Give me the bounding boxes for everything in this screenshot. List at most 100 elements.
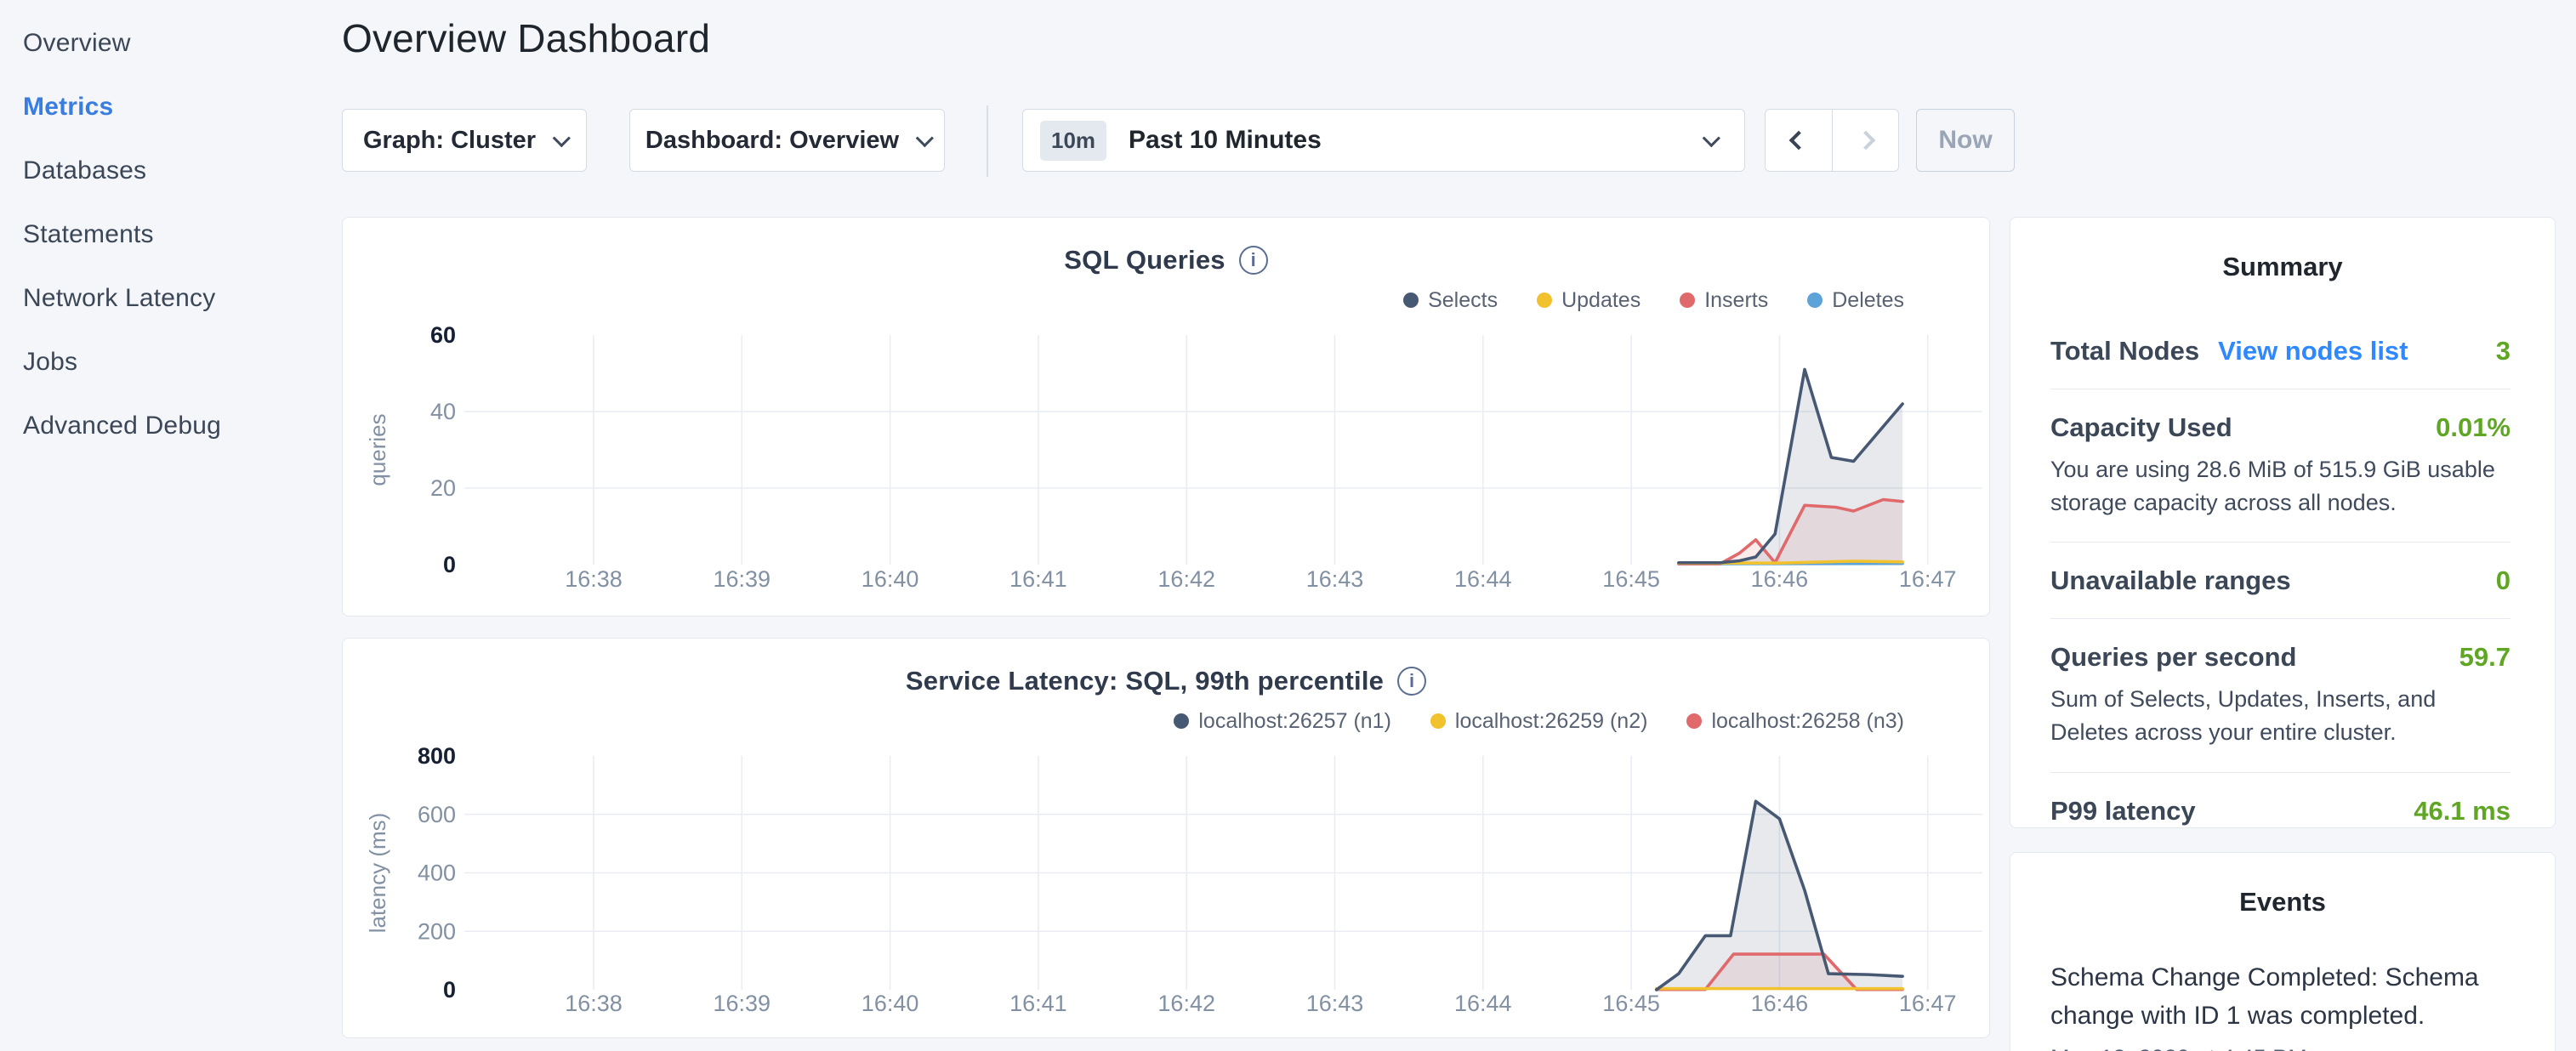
sidebar-item-advanced-debug[interactable]: Advanced Debug xyxy=(23,395,332,458)
svg-text:16:41: 16:41 xyxy=(1009,991,1067,1016)
legend-label: Deletes xyxy=(1832,288,1904,313)
svg-text:16:40: 16:40 xyxy=(862,566,919,592)
now-button[interactable]: Now xyxy=(1916,109,2015,172)
legend-dot-icon xyxy=(1537,293,1552,308)
time-step-forward-button[interactable] xyxy=(1832,110,1898,171)
page-title: Overview Dashboard xyxy=(342,15,710,61)
info-icon[interactable]: i xyxy=(1239,246,1268,275)
svg-text:0: 0 xyxy=(443,977,456,1003)
chart-legend: localhost:26257 (n1) localhost:26259 (n2)… xyxy=(343,707,1904,736)
legend-label: Selects xyxy=(1428,288,1498,313)
svg-text:16:45: 16:45 xyxy=(1602,566,1660,592)
sidebar-item-network-latency[interactable]: Network Latency xyxy=(23,267,332,331)
legend-label: Inserts xyxy=(1704,288,1768,313)
legend-label: localhost:26259 (n2) xyxy=(1455,709,1648,734)
summary-row-label: Total Nodes xyxy=(2050,336,2199,366)
sql-queries-chart-canvas[interactable]: 16:3816:3916:4016:4116:4216:4316:4416:45… xyxy=(343,318,1988,599)
svg-text:16:40: 16:40 xyxy=(862,991,919,1016)
sidebar: Overview Metrics Databases Statements Ne… xyxy=(0,0,332,1051)
events-title: Events xyxy=(2010,853,2555,917)
summary-row-unavailable-ranges: Unavailable ranges 0 xyxy=(2050,542,2511,618)
sidebar-item-overview[interactable]: Overview xyxy=(23,12,332,76)
time-step-buttons xyxy=(1765,109,1899,172)
summary-row-label: Capacity Used xyxy=(2050,412,2232,443)
chevron-right-icon xyxy=(1856,131,1875,151)
svg-text:600: 600 xyxy=(418,802,456,827)
legend-item: localhost:26258 (n3) xyxy=(1686,709,1904,734)
legend-label: localhost:26257 (n1) xyxy=(1198,709,1391,734)
event-text: Schema Change Completed: Schema change w… xyxy=(2050,958,2515,1035)
svg-text:16:42: 16:42 xyxy=(1157,566,1215,592)
event-timestamp: May 13, 2020 at 4:45 PM xyxy=(2050,1045,2515,1051)
time-range-badge: 10m xyxy=(1040,121,1106,161)
dashboard-dropdown[interactable]: Dashboard: Overview xyxy=(629,109,945,172)
svg-text:0: 0 xyxy=(443,552,456,577)
time-range-selector[interactable]: 10m Past 10 Minutes xyxy=(1022,109,1745,172)
summary-row-label: P99 latency xyxy=(2050,796,2196,827)
summary-row-value: 46.1 ms xyxy=(2414,796,2511,827)
svg-text:16:44: 16:44 xyxy=(1454,566,1512,592)
svg-text:latency (ms): latency (ms) xyxy=(365,813,390,934)
legend-dot-icon xyxy=(1686,713,1702,729)
svg-text:16:39: 16:39 xyxy=(714,566,771,592)
summary-row-total-nodes: Total Nodes View nodes list 3 xyxy=(2050,313,2511,389)
svg-text:16:42: 16:42 xyxy=(1157,991,1215,1016)
svg-text:16:45: 16:45 xyxy=(1602,991,1660,1016)
summary-row-value: 0 xyxy=(2496,565,2511,596)
chart-title: SQL Queries xyxy=(1064,245,1225,276)
summary-row-capacity-used: Capacity Used 0.01% You are using 28.6 M… xyxy=(2050,389,2511,542)
time-step-back-button[interactable] xyxy=(1766,110,1832,171)
sidebar-item-metrics[interactable]: Metrics xyxy=(23,76,332,139)
svg-text:40: 40 xyxy=(430,399,456,424)
controls-row: Graph: Cluster Dashboard: Overview 10m P… xyxy=(342,109,2043,172)
summary-title: Summary xyxy=(2010,218,2555,282)
summary-row-description: Sum of Selects, Updates, Inserts, and De… xyxy=(2050,683,2511,749)
sidebar-item-statements[interactable]: Statements xyxy=(23,203,332,267)
time-range-label: Past 10 Minutes xyxy=(1129,126,1322,155)
event-list-item: Schema Change Completed: Schema change w… xyxy=(2050,958,2515,1051)
summary-row-description: You are using 28.6 MiB of 515.9 GiB usab… xyxy=(2050,453,2511,520)
svg-text:16:47: 16:47 xyxy=(1899,566,1957,592)
summary-panel: Summary Total Nodes View nodes list 3 Ca… xyxy=(2010,217,2556,828)
legend-dot-icon xyxy=(1174,713,1189,729)
svg-text:16:41: 16:41 xyxy=(1009,566,1067,592)
svg-text:16:38: 16:38 xyxy=(565,991,623,1016)
summary-row-value: 3 xyxy=(2496,336,2511,366)
svg-text:400: 400 xyxy=(418,861,456,886)
info-icon[interactable]: i xyxy=(1397,667,1426,696)
sidebar-item-databases[interactable]: Databases xyxy=(23,139,332,203)
legend-item: localhost:26257 (n1) xyxy=(1174,709,1391,734)
legend-label: Updates xyxy=(1561,288,1641,313)
graph-scope-dropdown[interactable]: Graph: Cluster xyxy=(342,109,587,172)
svg-text:60: 60 xyxy=(430,322,456,348)
chart-legend: Selects Updates Inserts Deletes xyxy=(343,286,1904,315)
summary-row-p99-latency: P99 latency 46.1 ms xyxy=(2050,772,2511,849)
summary-row-label: Unavailable ranges xyxy=(2050,565,2291,596)
overview-dashboard-page: Overview Metrics Databases Statements Ne… xyxy=(0,0,2576,1051)
summary-row-label: Queries per second xyxy=(2050,642,2296,673)
legend-dot-icon xyxy=(1403,293,1419,308)
svg-text:16:47: 16:47 xyxy=(1899,991,1957,1016)
svg-text:16:46: 16:46 xyxy=(1751,991,1809,1016)
legend-label: localhost:26258 (n3) xyxy=(1711,709,1904,734)
controls-divider xyxy=(987,105,988,177)
summary-row-value: 0.01% xyxy=(2436,412,2511,443)
view-nodes-list-link[interactable]: View nodes list xyxy=(2218,336,2408,366)
chevron-down-icon xyxy=(916,129,934,147)
sql-queries-chart-card: SQL Queries i Selects Updates Inserts Delet… xyxy=(342,217,1990,616)
summary-row-queries-per-second: Queries per second 59.7 Sum of Selects, … xyxy=(2050,618,2511,771)
chevron-down-icon xyxy=(1703,129,1720,147)
svg-text:16:44: 16:44 xyxy=(1454,991,1512,1016)
chevron-down-icon xyxy=(553,129,571,147)
service-latency-chart-canvas[interactable]: 16:3816:3916:4016:4116:4216:4316:4416:45… xyxy=(343,739,1988,1028)
svg-text:800: 800 xyxy=(418,743,456,769)
legend-dot-icon xyxy=(1680,293,1695,308)
graph-scope-dropdown-label: Graph: Cluster xyxy=(363,127,536,155)
sidebar-item-jobs[interactable]: Jobs xyxy=(23,331,332,395)
chevron-left-icon xyxy=(1789,131,1809,151)
legend-item: Updates xyxy=(1537,288,1641,313)
svg-text:200: 200 xyxy=(418,918,456,944)
svg-text:20: 20 xyxy=(430,475,456,501)
service-latency-chart-card: Service Latency: SQL, 99th percentile i … xyxy=(342,638,1990,1038)
svg-text:queries: queries xyxy=(365,413,390,486)
